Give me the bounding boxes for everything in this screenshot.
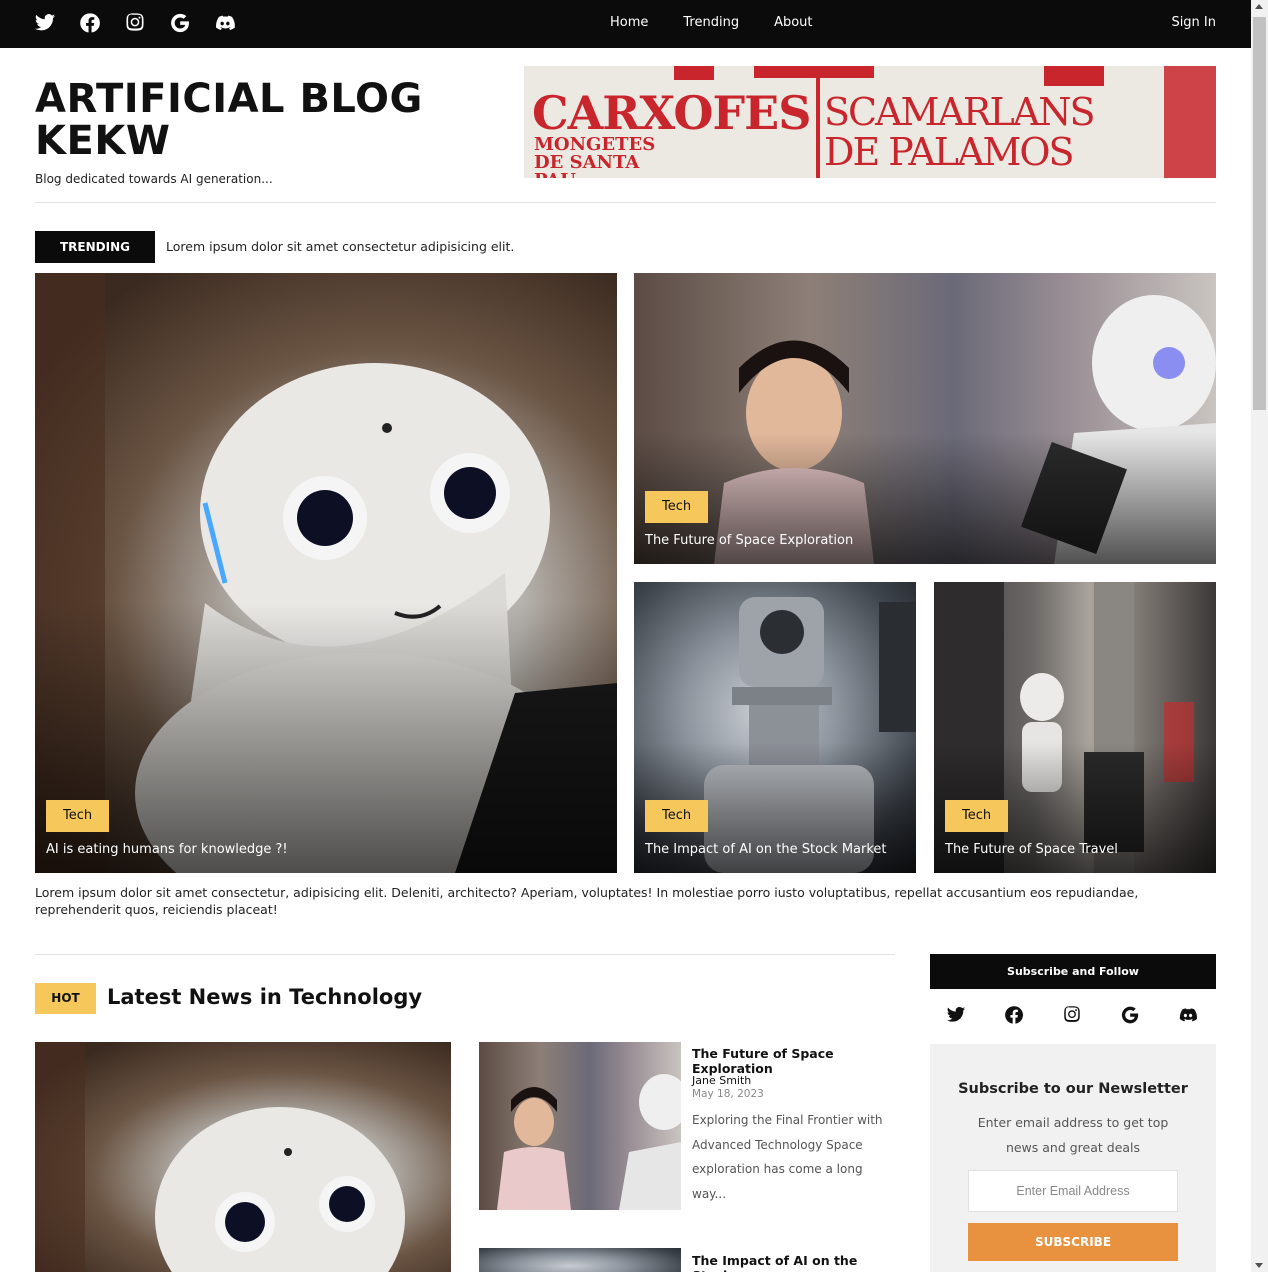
banner-text: CARXOFES [532, 86, 811, 140]
hero-caption[interactable]: The Future of Space Exploration [645, 533, 853, 548]
category-tag[interactable]: Tech [645, 491, 709, 523]
main-menu: Home Trending About [610, 15, 813, 30]
hero-caption[interactable]: The Future of Space Travel [945, 842, 1118, 857]
divider [35, 202, 1216, 203]
discord-icon[interactable] [1178, 1005, 1198, 1025]
page-scrollbar[interactable] [1251, 0, 1268, 1272]
news-title[interactable]: The Impact of AI on the Stock [692, 1253, 897, 1272]
trending-label: TRENDING [35, 231, 155, 263]
google-icon[interactable] [169, 12, 191, 34]
divider [35, 954, 895, 955]
banner-text: SCAMARLANS [824, 90, 1095, 134]
menu-about[interactable]: About [774, 15, 812, 30]
category-tag[interactable]: Tech [645, 800, 709, 832]
news-author[interactable]: Jane Smith [692, 1074, 751, 1087]
facebook-icon[interactable] [1004, 1005, 1024, 1025]
scrollbar-thumb[interactable] [1253, 17, 1266, 410]
google-icon[interactable] [1120, 1005, 1140, 1025]
category-tag[interactable]: Tech [945, 800, 1009, 832]
discord-icon[interactable] [214, 12, 236, 34]
twitter-icon[interactable] [946, 1005, 966, 1025]
site-title[interactable]: ARTIFICIAL BLOG KEKW [35, 78, 455, 162]
hero-card[interactable]: Tech The Future of Space Exploration [634, 273, 1216, 564]
intro-paragraph: Lorem ipsum dolor sit amet consectetur, … [35, 885, 1139, 917]
hero-caption[interactable]: The Impact of AI on the Stock Market [645, 842, 887, 857]
news-date: May 18, 2023 [692, 1088, 764, 1100]
sidebar-social-links [946, 1005, 1198, 1025]
hero-main-card[interactable]: Tech AI is eating humans for knowledge ?… [35, 273, 617, 873]
image-overlay [35, 603, 617, 873]
menu-home[interactable]: Home [610, 15, 648, 30]
scroll-up-arrow-icon[interactable] [1255, 4, 1263, 9]
hot-badge: HOT [35, 983, 96, 1014]
header-banner-image[interactable]: CARXOFES SCAMARLANS MONGETES DE SANTA PA… [524, 66, 1216, 178]
instagram-icon[interactable] [1062, 1005, 1082, 1025]
sign-in-link[interactable]: Sign In [1171, 15, 1216, 30]
news-excerpt: Exploring the Final Frontier with Advanc… [692, 1113, 883, 1201]
featured-news-image[interactable] [35, 1042, 451, 1272]
instagram-icon[interactable] [124, 12, 146, 34]
girl-robot-image [497, 1074, 681, 1210]
robot-image [35, 1042, 405, 1272]
newsletter-title: Subscribe to our Newsletter [958, 1081, 1188, 1097]
subscribe-button[interactable]: SUBSCRIBE [968, 1223, 1178, 1261]
site-subtitle: Blog dedicated towards AI generation... [35, 172, 273, 186]
banner-text: DE PALAMOS [824, 130, 1075, 174]
facebook-icon[interactable] [79, 12, 101, 34]
banner-text: MONGETES DE SANTA PAU [534, 134, 656, 179]
trending-ticker[interactable]: Lorem ipsum dolor sit amet consectetur a… [166, 239, 514, 254]
newsletter-box: Subscribe to our Newsletter Enter email … [930, 1044, 1216, 1272]
social-links [34, 12, 236, 34]
top-navbar: Home Trending About Sign In [0, 0, 1251, 48]
menu-trending[interactable]: Trending [683, 15, 739, 30]
hero-caption[interactable]: AI is eating humans for knowledge ?! [46, 842, 288, 857]
news-title[interactable]: The Future of Space Exploration [692, 1046, 897, 1076]
news-thumbnail[interactable] [479, 1248, 681, 1272]
hero-card[interactable]: Tech The Impact of AI on the Stock Marke… [634, 582, 916, 873]
twitter-icon[interactable] [34, 12, 56, 34]
subscribe-follow-header: Subscribe and Follow [930, 954, 1216, 989]
scroll-down-arrow-icon[interactable] [1255, 1263, 1263, 1268]
section-title: Latest News in Technology [107, 985, 423, 1009]
category-tag[interactable]: Tech [46, 800, 110, 832]
email-field[interactable] [968, 1170, 1178, 1212]
hero-card[interactable]: Tech The Future of Space Travel [934, 582, 1216, 873]
newsletter-description: Enter email address to get top news and … [977, 1115, 1169, 1155]
news-thumbnail[interactable] [479, 1042, 681, 1210]
